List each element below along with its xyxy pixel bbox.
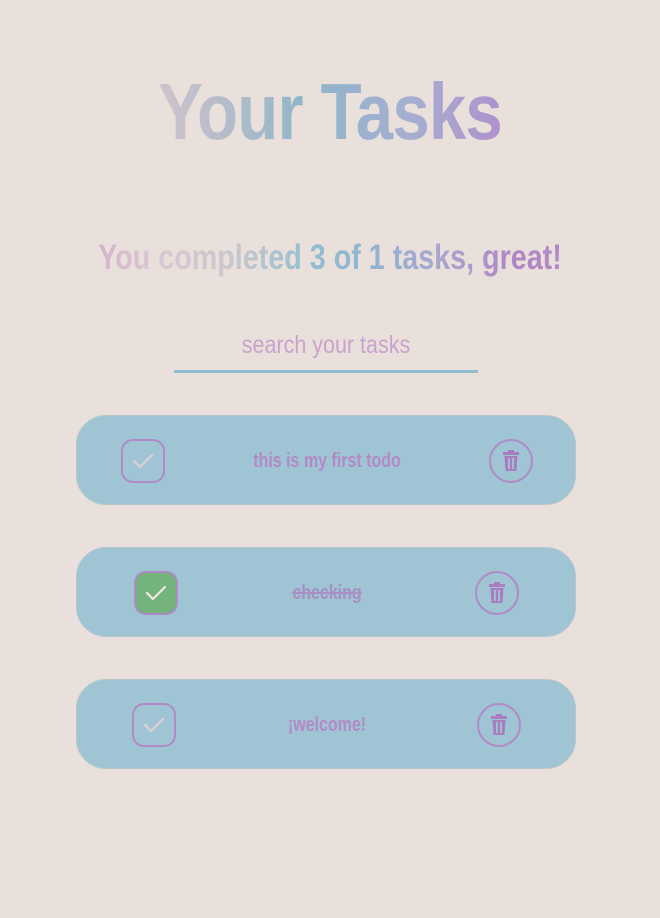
delete-task-button[interactable] [475,571,519,615]
task-item: this is my first todo [76,415,576,505]
complete-task-button[interactable] [121,439,165,483]
trash-icon [503,450,519,471]
delete-task-button[interactable] [489,439,533,483]
task-label: this is my first todo [253,450,401,472]
check-icon [145,585,167,601]
task-label: ¡welcome! [287,714,367,736]
complete-task-button[interactable] [134,571,178,615]
complete-task-button[interactable] [132,703,176,747]
task-label: checking [292,582,362,604]
delete-task-button[interactable] [477,703,521,747]
completion-summary: You completed 3 of 1 tasks, great! [59,236,600,280]
task-item: checking [76,547,576,637]
check-icon [132,453,154,469]
trash-icon [491,714,507,735]
task-item: ¡welcome! [76,679,576,769]
check-icon [143,717,165,733]
page-title: Your Tasks [53,66,607,158]
trash-icon [489,582,505,603]
search-input[interactable] [195,322,457,368]
search-field [174,322,478,373]
